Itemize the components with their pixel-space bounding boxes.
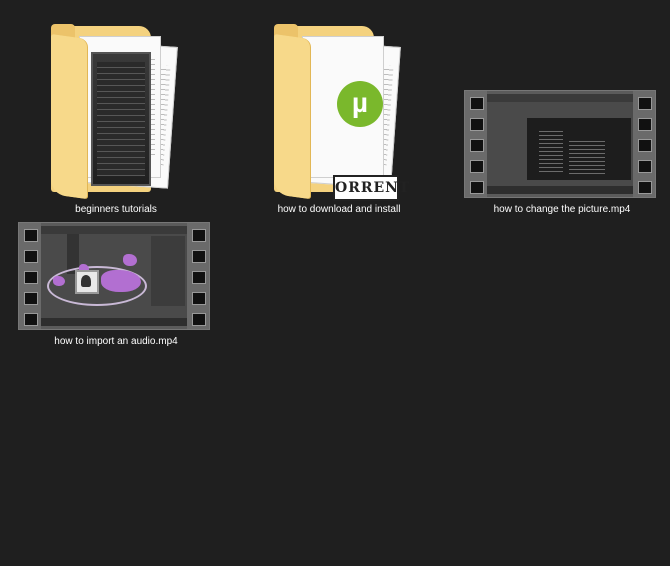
screenshot-preview	[91, 52, 151, 186]
utorrent-doc-text: ORRENT	[333, 175, 409, 201]
file-name-label: how to download and install	[277, 204, 401, 215]
file-name-label: beginners tutorials	[75, 204, 157, 215]
folder-icon: µ ORRENT	[274, 24, 409, 201]
file-item[interactable]: how to import an audio.mp4	[16, 220, 216, 352]
folder-icon	[51, 24, 181, 200]
file-item[interactable]: µ ORRENT how to download and install	[239, 24, 439, 220]
file-item[interactable]: how to change the picture.mp4	[462, 88, 662, 218]
utorrent-logo-icon: µ	[337, 81, 383, 127]
video-thumbnail-icon	[18, 222, 210, 330]
file-name-label: how to import an audio.mp4	[54, 336, 178, 347]
video-thumbnail-icon	[464, 90, 656, 198]
file-item[interactable]: beginners tutorials	[16, 24, 216, 220]
file-name-label: how to change the picture.mp4	[493, 204, 631, 215]
